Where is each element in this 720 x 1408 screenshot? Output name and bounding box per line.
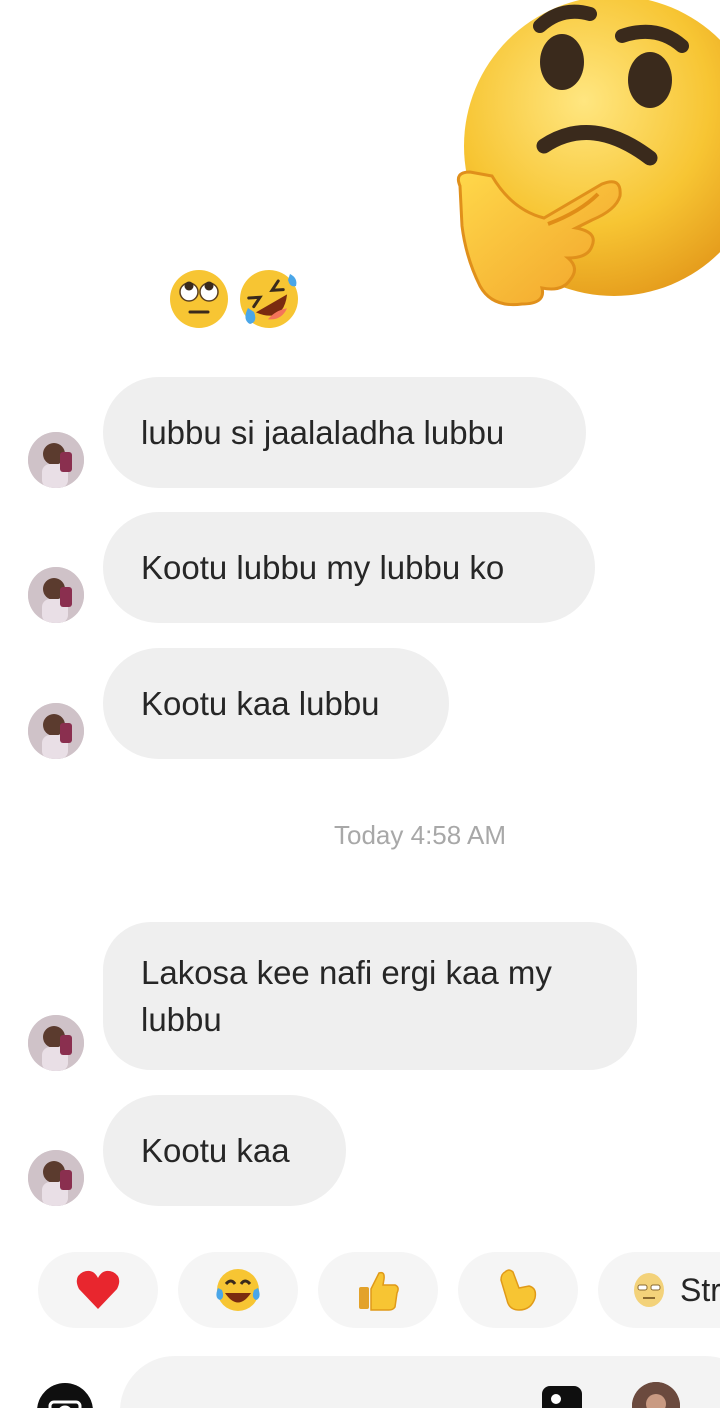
thumbs-up-icon (359, 1271, 399, 1311)
sender-avatar[interactable] (28, 432, 84, 488)
pointing-hand-icon (500, 1269, 537, 1311)
sender-avatar[interactable] (28, 1150, 84, 1206)
chat-screen: lubbu si jaalaladha lubbu Kootu lubbu my… (0, 0, 720, 1408)
face-with-rolling-eyes-icon (170, 270, 228, 328)
tears-of-joy-icon (216, 1269, 260, 1311)
message-bubble[interactable]: lubbu si jaalaladha lubbu (103, 377, 586, 488)
gallery-icon[interactable] (538, 1382, 588, 1408)
message-bubble[interactable]: Kootu kaa (103, 1095, 346, 1206)
sticker-face-icon (634, 1273, 664, 1307)
quick-reaction-point[interactable] (458, 1252, 578, 1328)
quick-reaction-sticker[interactable]: Str (598, 1252, 720, 1328)
message-bubble[interactable]: Kootu kaa lubbu (103, 648, 449, 759)
message-input-field[interactable] (120, 1356, 720, 1408)
red-heart-icon (76, 1270, 120, 1309)
quick-reaction-thumbs-up[interactable] (318, 1252, 438, 1328)
sender-avatar[interactable] (28, 1015, 84, 1071)
message-bubble[interactable]: Lakosa kee nafi ergi kaa my lubbu (103, 922, 637, 1070)
sender-avatar[interactable] (28, 703, 84, 759)
rolling-on-floor-laughing-icon (240, 270, 298, 328)
message-timestamp: Today 4:58 AM (334, 820, 506, 850)
message-reactions (168, 268, 300, 330)
message-bubble[interactable]: Kootu lubbu my lubbu ko (103, 512, 595, 623)
quick-reaction-label: Str (680, 1271, 720, 1308)
camera-icon[interactable] (36, 1382, 94, 1408)
quick-reaction-heart[interactable] (38, 1252, 158, 1328)
quick-reactions-bar: Str (38, 1252, 720, 1328)
thinking-face-icon (456, 0, 720, 307)
quick-reaction-laugh[interactable] (178, 1252, 298, 1328)
sender-avatar[interactable] (28, 567, 84, 623)
